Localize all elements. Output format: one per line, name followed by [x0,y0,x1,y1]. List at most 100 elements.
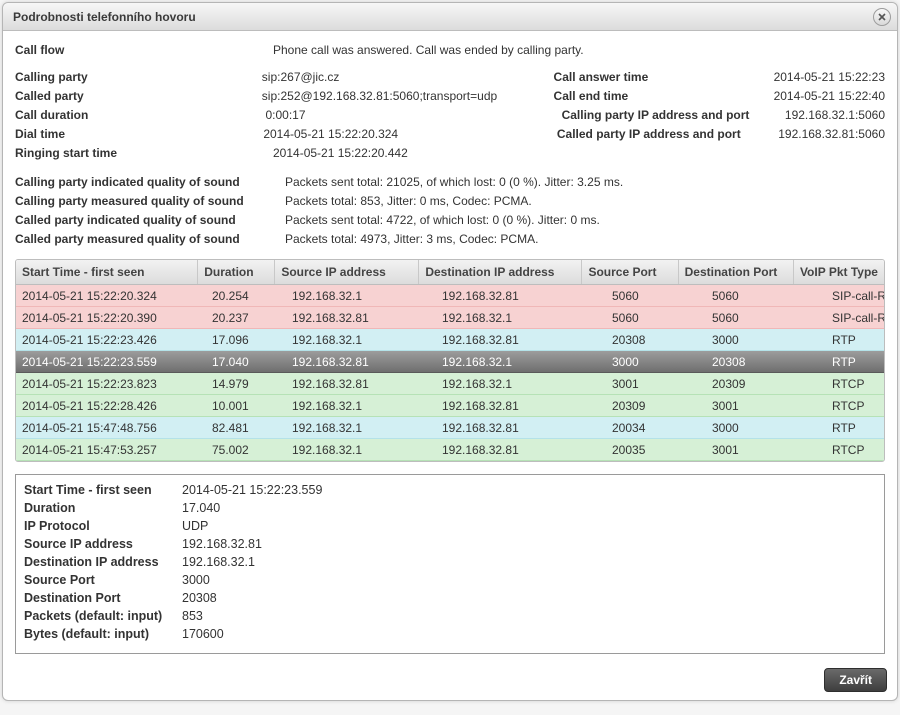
quality-label: Calling party indicated quality of sound [15,173,285,192]
summary-value: sip:267@jic.cz [262,68,554,87]
cell: 20034 [606,421,706,435]
summary-label: Dial time [15,125,263,144]
cell: SIP-call-RES [826,311,884,325]
summary-label: Called party IP address and port [557,125,778,144]
cell: RTCP [826,443,884,457]
cell: 192.168.32.81 [436,333,606,347]
cell: RTCP [826,399,884,413]
table-row[interactable]: 2014-05-21 15:22:28.42610.001192.168.32.… [16,395,884,417]
col-dest-ip[interactable]: Destination IP address [419,260,582,284]
cell: 82.481 [206,421,286,435]
cell: 2014-05-21 15:22:23.823 [16,377,206,391]
detail-label: Source IP address [24,535,182,553]
quality-value: Packets total: 4973, Jitter: 3 ms, Codec… [285,230,885,249]
cell: 5060 [706,311,826,325]
cell: 2014-05-21 15:22:23.559 [16,355,206,369]
detail-value: 17.040 [182,499,876,517]
cell: 20.254 [206,289,286,303]
col-duration[interactable]: Duration [198,260,275,284]
table-row[interactable]: 2014-05-21 15:22:23.42617.096 192.168.32.… [16,329,884,351]
detail-label: Destination IP address [24,553,182,571]
cell: 20035 [606,443,706,457]
cell: 5060 [606,289,706,303]
detail-value: 192.168.32.81 [182,535,876,553]
table-row[interactable]: 2014-05-21 15:22:20.32420.254 192.168.32.… [16,285,884,307]
summary-value: 192.168.32.81:5060 [778,125,885,144]
cell: 10.001 [206,399,286,413]
cell: 17.096 [206,333,286,347]
cell: 2014-05-21 15:22:20.324 [16,289,206,303]
col-source-ip[interactable]: Source IP address [275,260,419,284]
cell: 3001 [706,399,826,413]
detail-label: Packets (default: input) [24,607,182,625]
table-row[interactable]: 2014-05-21 15:47:48.75682.481192.168.32.… [16,417,884,439]
cell: 2014-05-21 15:22:28.426 [16,399,206,413]
table-row[interactable]: 2014-05-21 15:22:23.82314.979192.168.32.… [16,373,884,395]
cell: 3001 [706,443,826,457]
col-dest-port[interactable]: Destination Port [679,260,794,284]
cell: 192.168.32.1 [286,443,436,457]
summary-value: 0:00:17 [265,106,561,125]
detail-value: 192.168.32.1 [182,553,876,571]
call-details-window: Podrobnosti telefonního hovoru Call flow… [2,2,898,701]
cell: 17.040 [206,355,286,369]
cell: 192.168.32.1 [286,421,436,435]
cell: 2014-05-21 15:47:53.257 [16,443,206,457]
detail-label: Destination Port [24,589,182,607]
summary-label: Ringing start time [15,144,273,163]
cell: 192.168.32.1 [436,311,606,325]
cell: RTP [826,333,884,347]
summary-value: 2014-05-21 15:22:23 [774,68,885,87]
cell: 3000 [606,355,706,369]
summary-value: 2014-05-21 15:22:20.324 [263,125,557,144]
col-start-time[interactable]: Start Time - first seen [16,260,198,284]
cell: 3000 [706,333,826,347]
cell: 192.168.32.81 [436,289,606,303]
table-row[interactable]: 2014-05-21 15:22:23.55917.040192.168.32.… [16,351,884,373]
col-source-port[interactable]: Source Port [582,260,678,284]
quality-label: Called party measured quality of sound [15,230,285,249]
flows-grid: Start Time - first seen Duration Source … [15,259,885,462]
detail-label: Start Time - first seen [24,481,182,499]
content-area: Call flow Phone call was answered. Call … [3,31,897,662]
cell: 192.168.32.81 [436,421,606,435]
window-close-button[interactable] [873,8,891,26]
summary-label: Calling party [15,68,262,87]
close-icon [877,12,887,22]
window-title: Podrobnosti telefonního hovoru [13,10,873,24]
summary-section: Call flow Phone call was answered. Call … [15,41,885,163]
cell: 2014-05-21 15:22:20.390 [16,311,206,325]
detail-panel[interactable]: Start Time - first seen2014-05-21 15:22:… [15,474,885,654]
grid-body: 2014-05-21 15:22:20.32420.254192.168.32.… [16,285,884,461]
cell: 192.168.32.81 [286,311,436,325]
detail-value: UDP [182,517,876,535]
cell: 20308 [706,355,826,369]
detail-value: 2014-05-21 15:22:23.559 [182,481,876,499]
cell: 192.168.32.1 [286,399,436,413]
summary-value: 2014-05-21 15:22:40 [774,87,885,106]
cell: 20.237 [206,311,286,325]
cell: 20309 [706,377,826,391]
table-row[interactable]: 2014-05-21 15:47:53.25775.002192.168.32.… [16,439,884,461]
quality-value: Packets total: 853, Jitter: 0 ms, Codec:… [285,192,885,211]
titlebar: Podrobnosti telefonního hovoru [3,3,897,31]
quality-label: Called party indicated quality of sound [15,211,285,230]
cell: RTP [826,355,884,369]
cell: 2014-05-21 15:22:23.426 [16,333,206,347]
table-row[interactable]: 2014-05-21 15:22:20.39020.237192.168.32.… [16,307,884,329]
cell: 75.002 [206,443,286,457]
close-button[interactable]: Zavřít [824,668,887,692]
summary-value [808,144,885,163]
cell: 5060 [706,289,826,303]
cell: SIP-call-REQ [826,289,884,303]
cell: 3001 [606,377,706,391]
callflow-label: Call flow [15,41,273,60]
summary-label: Calling party IP address and port [562,106,785,125]
quality-value: Packets sent total: 21025, of which lost… [285,173,885,192]
cell: 14.979 [206,377,286,391]
summary-label [578,144,808,163]
grid-header: Start Time - first seen Duration Source … [16,260,884,285]
col-pkt-type[interactable]: VoIP Pkt Type [794,260,884,284]
cell: 20309 [606,399,706,413]
detail-value: 20308 [182,589,876,607]
